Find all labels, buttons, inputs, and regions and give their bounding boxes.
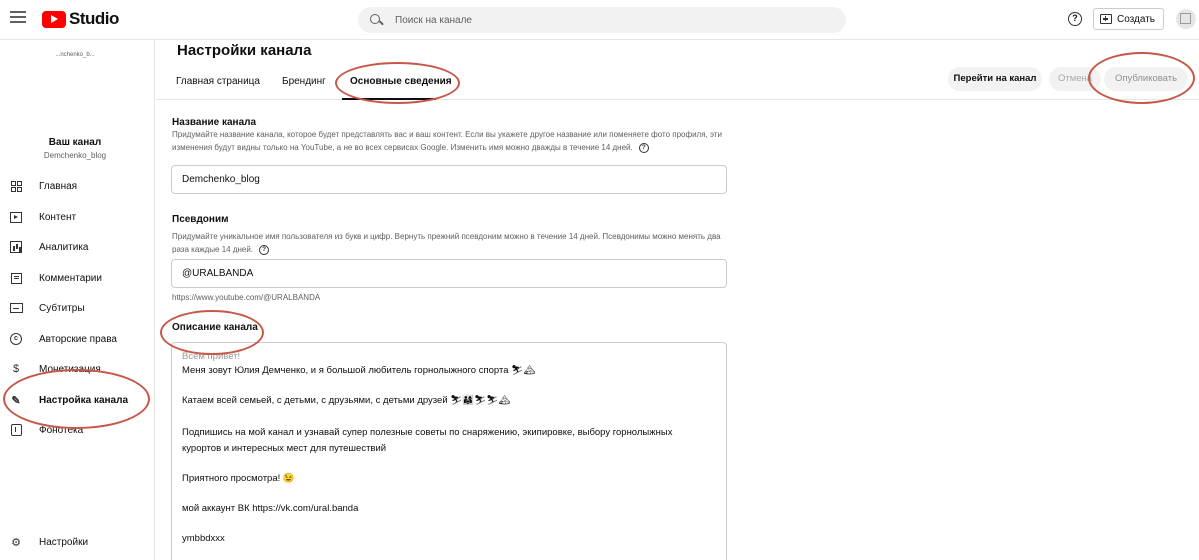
comments-icon [9,271,23,285]
gear-icon: ⚙ [11,536,21,549]
audio-library-icon [9,423,23,437]
monetization-icon: $ [12,363,20,375]
description-line: Приятного просмотра! 😉 [182,473,295,484]
publish-button[interactable]: Опубликовать [1104,67,1188,91]
handle-field[interactable]: @URALBANDA [171,259,727,288]
sidebar-item-label: Аналитика [39,241,89,253]
studio-logo[interactable]: Studio [42,9,119,29]
channel-url: https://www.youtube.com/@URALBANDA [172,293,321,302]
sidebar-item-label: Фонотека [39,424,84,436]
active-tab-indicator [342,98,436,100]
goto-channel-button[interactable]: Перейти на канал [948,67,1042,91]
channel-name-field[interactable]: Demchenko_blog [171,165,727,194]
sidebar-item-label: Контент [39,211,77,223]
help-icon[interactable]: ? [638,142,649,153]
sidebar-item-label: Настройка канала [39,394,129,406]
menu-icon[interactable] [10,11,26,25]
analytics-icon [9,240,23,254]
tab-home[interactable]: Главная страница [176,76,260,87]
channel-name-title: Название канала [172,117,257,128]
sidebar-item-monetization[interactable]: $ Монетизация [0,354,154,384]
handle-description: Придумайте уникальное имя пользователя и… [172,230,732,256]
description-title: Описание канала [172,322,258,333]
tab-basic-info[interactable]: Основные сведения [350,76,452,87]
help-icon[interactable]: ? [259,244,270,255]
description-line: мой аккаунт ВК https://vk.com/ural.banda [182,503,359,514]
description-line: ymbbdxxx [182,533,225,544]
sidebar-item-audio-library[interactable]: Фонотека [0,415,154,445]
create-button-label: Создать [1117,13,1156,25]
customization-icon: ✎ [11,394,21,407]
search-input[interactable] [395,14,795,26]
channel-title: Ваш канал [48,137,102,148]
sidebar-item-label: Комментарии [39,272,102,284]
description-textarea[interactable]: Всем привет! Меня зовут Юлия Демченко, и… [171,342,727,560]
create-video-icon [1100,14,1112,24]
top-bar: Studio ? Создать [0,0,1199,40]
tab-bar: Главная страница Брендинг Основные сведе… [156,60,1199,100]
sidebar-item-copyright[interactable]: c Авторские права [0,324,154,354]
description-line: Подпишись на мой канал и узнавай супер п… [182,427,673,438]
logo-text: Studio [69,9,119,28]
tab-branding[interactable]: Брендинг [282,76,326,87]
copyright-icon: c [9,332,23,346]
handle-description-text: Придумайте уникальное имя пользователя и… [172,232,721,254]
channel-avatar[interactable]: ...nchenko_b... [47,52,103,68]
sidebar-item-label: Главная [39,180,78,192]
search-bar[interactable] [358,7,846,33]
sidebar-item-customization[interactable]: ✎ Настройка канала [0,385,154,415]
subtitles-icon [9,301,23,315]
create-button[interactable]: Создать [1093,8,1165,30]
sidebar-item-subtitles[interactable]: Субтитры [0,293,154,323]
sidebar-item-settings[interactable]: ⚙ Настройки [0,527,154,557]
account-avatar[interactable] [1176,9,1196,29]
cancel-button[interactable]: Отмена [1049,67,1101,91]
sidebar-item-content[interactable]: Контент [0,202,154,232]
sidebar-item-label: Монетизация [39,363,101,375]
sidebar: ...nchenko_b... Ваш канал Demchenko_blog… [0,40,155,560]
help-icon[interactable]: ? [1068,12,1082,26]
content-icon [9,210,23,224]
channel-handle: Demchenko_blog [43,151,107,160]
search-icon[interactable] [370,13,383,27]
handle-title: Псевдоним [172,214,229,225]
sidebar-item-label: Настройки [39,536,89,548]
description-line: Катаем всей семьей, с детьми, с друзьями… [182,395,511,406]
sidebar-item-label: Субтитры [39,302,85,314]
sidebar-item-analytics[interactable]: Аналитика [0,232,154,262]
description-line: Всем привет! [182,351,241,362]
dashboard-icon [9,179,23,193]
youtube-logo-icon [42,10,66,28]
sidebar-item-comments[interactable]: Комментарии [0,263,154,293]
sidebar-item-dashboard[interactable]: Главная [0,171,154,201]
page-title: Настройки канала [177,42,312,59]
description-line: курортов и интересных мест для путешеств… [182,443,387,454]
sidebar-item-label: Авторские права [39,333,117,345]
description-line: Меня зовут Юлия Демченко, и я большой лю… [182,365,536,376]
channel-name-description: Придумайте название канала, которое буде… [172,128,732,154]
